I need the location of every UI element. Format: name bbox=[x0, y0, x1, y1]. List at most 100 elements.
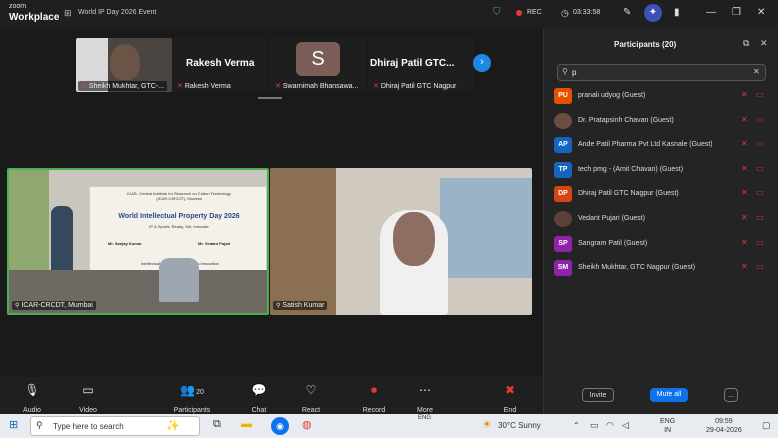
strip-drag-handle[interactable] bbox=[258, 97, 282, 99]
search-field[interactable]: ⚲ ✕ bbox=[557, 64, 766, 81]
grid-icon[interactable]: ⊞ bbox=[64, 8, 72, 19]
video-off-icon[interactable]: ▭ bbox=[756, 115, 764, 124]
more-button[interactable]: ⋯ More bbox=[405, 383, 445, 417]
popout-icon[interactable]: ⧉ bbox=[743, 38, 749, 49]
participant-row[interactable]: PU pranali udyog (Guest) ✕ ▭ bbox=[544, 84, 778, 108]
avatar-tile-swarnimah[interactable]: S ✕ Swarnimah Bhansawa... bbox=[270, 38, 366, 92]
pen-icon[interactable]: ✎ bbox=[623, 7, 631, 18]
video-off-icon[interactable]: ▭ bbox=[756, 238, 764, 247]
task-view-icon[interactable]: ⧉ bbox=[213, 418, 221, 431]
toolbar-label: End bbox=[503, 407, 517, 414]
record-button[interactable]: ⏺ Record bbox=[354, 383, 394, 417]
participant-row[interactable]: TP tech pmg - (Amit Chavan) (Guest) ✕ ▭ bbox=[544, 158, 778, 182]
taskbar-search[interactable]: ⚲ Type here to search ✨ bbox=[30, 416, 200, 436]
pin-icon: ⚲ bbox=[15, 303, 20, 309]
search-input[interactable] bbox=[572, 67, 742, 78]
video-button[interactable]: ▭ Video bbox=[68, 383, 108, 417]
participant-nametag: ⚲ Satish Kumar bbox=[273, 301, 328, 310]
toolbar-label: Audio bbox=[23, 407, 41, 414]
participant-row[interactable]: DP Dhiraj Patil GTC Nagpur (Guest) ✕ ▭ bbox=[544, 182, 778, 206]
more-icon: ⋯ bbox=[419, 383, 431, 397]
participants-button[interactable]: 👥20 Participants bbox=[172, 383, 212, 417]
minimize-icon[interactable]: — bbox=[706, 7, 716, 18]
mute-all-button[interactable]: Mute all bbox=[650, 388, 688, 402]
avatar: S bbox=[296, 42, 340, 76]
audio-button[interactable]: 🎙 Audio bbox=[12, 383, 52, 417]
clear-search-icon[interactable]: ✕ bbox=[753, 67, 760, 76]
language-indicator[interactable]: ENG IN bbox=[660, 417, 675, 435]
windows-start-icon[interactable]: ⊞ bbox=[9, 418, 18, 431]
weather-text[interactable]: 30°C Sunny bbox=[498, 421, 541, 430]
avatar: DP bbox=[554, 186, 572, 203]
end-icon: ✖ bbox=[504, 383, 516, 397]
taskbar-search-placeholder: Type here to search bbox=[53, 422, 124, 431]
participant-row[interactable]: Dr. Pratapsinh Chavan (Guest) ✕ ▭ bbox=[544, 109, 778, 133]
restore-icon[interactable]: ❐ bbox=[732, 7, 741, 18]
invite-button[interactable]: Invite bbox=[582, 388, 614, 402]
close-icon[interactable]: ✕ bbox=[757, 7, 765, 18]
mic-muted-icon[interactable]: ✕ bbox=[741, 90, 748, 99]
wifi-icon[interactable]: ◠ bbox=[606, 420, 614, 431]
participant-row[interactable]: Vedant Pujari (Guest) ✕ ▭ bbox=[544, 207, 778, 231]
toolbar-label: Video bbox=[79, 407, 97, 414]
weather-icon: ☀ bbox=[482, 419, 492, 431]
workplace-logo-text: Workplace bbox=[9, 12, 60, 23]
shield-icon[interactable]: ⛉ bbox=[493, 7, 501, 18]
clock-icon: ◷ bbox=[561, 8, 569, 18]
next-page-arrow-icon[interactable]: › bbox=[473, 54, 491, 72]
mic-muted-icon[interactable]: ✕ bbox=[741, 139, 748, 148]
banner-speaker-2: Mr. Vedant Pujari bbox=[198, 241, 231, 246]
video-off-icon[interactable]: ▭ bbox=[756, 139, 764, 148]
participant-name: tech pmg - (Amit Chavan) (Guest) bbox=[578, 165, 684, 173]
participants-icon: 👥20 bbox=[180, 383, 204, 397]
clock[interactable]: 09:59 29-04-2026 bbox=[706, 417, 742, 435]
participant-nametag: ⚲ ICAR-CRCDT, Mumbai bbox=[12, 301, 96, 310]
chrome-icon[interactable]: ◍ bbox=[302, 418, 312, 431]
zoom-app-icon[interactable]: ◉ bbox=[271, 417, 289, 435]
participant-row[interactable]: SM Sheikh Mukhtar, GTC Nagpur (Guest) ✕ ▭ bbox=[544, 256, 778, 280]
participant-name: Ande Patil Pharma Pvt Ltd Kasnale (Guest… bbox=[578, 141, 713, 149]
video-off-icon[interactable]: ▭ bbox=[756, 262, 764, 271]
video-off-icon[interactable]: ▭ bbox=[756, 164, 764, 173]
file-explorer-icon[interactable]: ▬ bbox=[241, 418, 252, 430]
participant-count: 20 bbox=[196, 389, 204, 396]
network-icon[interactable]: ▭ bbox=[590, 420, 599, 431]
mic-muted-icon[interactable]: ✕ bbox=[741, 115, 748, 124]
mic-muted-icon[interactable]: ✕ bbox=[741, 188, 748, 197]
chat-button[interactable]: 💬 Chat bbox=[239, 383, 279, 417]
mic-muted-icon[interactable]: ✕ bbox=[741, 213, 748, 222]
avatar bbox=[554, 112, 572, 129]
mic-muted-icon: ✕ bbox=[177, 83, 183, 90]
record-icon: ⏺ bbox=[370, 383, 377, 397]
volume-icon[interactable]: ◁ bbox=[622, 420, 629, 431]
meeting-stage: ✕ Sheikh Mukhtar, GTC-... Rakesh Verma ✕ R… bbox=[0, 28, 543, 377]
end-button[interactable]: ✖ End bbox=[490, 383, 530, 417]
video-off-icon[interactable]: ▭ bbox=[756, 188, 764, 197]
tray-chevron-icon[interactable]: ⌃ bbox=[573, 421, 580, 430]
ai-companion-icon[interactable]: ✦ bbox=[644, 4, 662, 22]
seated-person bbox=[159, 258, 199, 302]
meeting-timer: 03:33:58 bbox=[573, 9, 601, 16]
video-off-icon[interactable]: ▭ bbox=[756, 213, 764, 222]
name-tile-dhiraj[interactable]: Dhiraj Patil GTC... ✕ Dhiraj Patil GTC Na… bbox=[368, 38, 474, 92]
notifications-icon[interactable]: ▢ bbox=[762, 420, 771, 431]
mic-muted-icon[interactable]: ✕ bbox=[741, 164, 748, 173]
video-off-icon[interactable]: ▭ bbox=[756, 90, 764, 99]
participant-row[interactable]: AP Ande Patil Pharma Pvt Ltd Kasnale (Gue… bbox=[544, 133, 778, 157]
search-highlight-icon: ✨ bbox=[166, 420, 180, 432]
participant-name: Dhiraj Patil GTC Nagpur (Guest) bbox=[578, 190, 679, 198]
react-button[interactable]: ♡ React bbox=[291, 383, 331, 417]
avatar: SP bbox=[554, 235, 572, 252]
participant-name: Vedant Pujari (Guest) bbox=[578, 215, 645, 222]
title-bar: zoom Workplace ⊞ World IP Day 2026 Event… bbox=[0, 0, 778, 28]
video-tile-circot[interactable]: ICAR- Central Institute for Research on … bbox=[7, 168, 269, 315]
mic-muted-icon[interactable]: ✕ bbox=[741, 262, 748, 271]
mic-muted-icon[interactable]: ✕ bbox=[741, 238, 748, 247]
close-panel-icon[interactable]: ✕ bbox=[760, 38, 768, 49]
video-tile-satish[interactable]: ⚲ Satish Kumar bbox=[270, 168, 532, 315]
more-options-button[interactable]: ... bbox=[724, 388, 738, 402]
name-tile-rakesh[interactable]: Rakesh Verma ✕ Rakesh Verma bbox=[172, 38, 268, 92]
bookmark-icon[interactable]: ▮ bbox=[674, 7, 680, 18]
video-tile-sheikh[interactable]: ✕ Sheikh Mukhtar, GTC-... bbox=[76, 38, 172, 92]
participant-row[interactable]: SP Sangram Patil (Guest) ✕ ▭ bbox=[544, 232, 778, 256]
